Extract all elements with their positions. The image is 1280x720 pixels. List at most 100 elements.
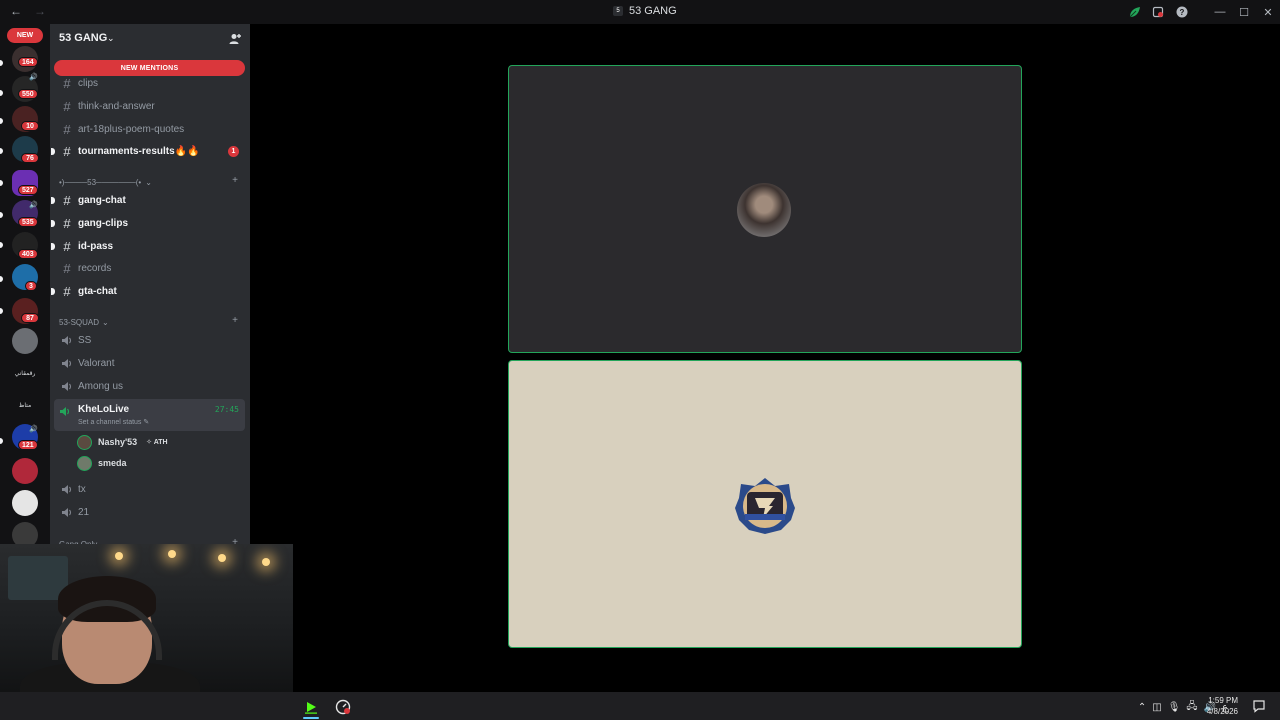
device-icon[interactable]: ◫: [1152, 702, 1161, 713]
inbox-icon[interactable]: [1146, 0, 1170, 24]
clan-tag: ✧ ATH: [146, 439, 168, 446]
speaker-icon: [59, 404, 71, 422]
unread-indicator: [0, 242, 3, 248]
unread-indicator: [0, 276, 3, 282]
notification-icon[interactable]: [1252, 699, 1266, 718]
hash-icon: #: [63, 216, 71, 231]
string-light: [168, 550, 176, 558]
server-badge-9: 87: [21, 313, 39, 323]
channel-gang-clips[interactable]: # gang-clips: [51, 213, 245, 234]
unread-indicator: [0, 180, 3, 186]
channel-label: Valorant: [78, 358, 115, 369]
title-bar: ← → 5 53 GANG ? — ☐ ✕: [0, 0, 1280, 24]
voice-channel-21[interactable]: 21: [54, 502, 245, 523]
server-rail: NEW 164 🔊 550 10 76 527 🔊 535 403 3 87 ر…: [0, 24, 50, 554]
voice-channel-khelolive[interactable]: KheLoLive 27:45 Set a channel status ✎: [54, 399, 245, 431]
voice-user-name: smeda: [98, 458, 127, 468]
clock[interactable]: 1:59 PM 4/8/2026: [1198, 695, 1238, 717]
string-light: [115, 552, 123, 560]
hash-icon: #: [63, 99, 71, 114]
voice-user-nashy[interactable]: Nashy'53 ✧ ATH: [77, 432, 168, 452]
new-unreads-pill[interactable]: NEW: [7, 28, 43, 43]
voice-channel-ss[interactable]: SS: [54, 330, 245, 351]
avatar: [735, 478, 795, 534]
voice-user-name: Nashy'53: [98, 437, 138, 447]
nitro-leaf-icon[interactable]: [1122, 0, 1146, 24]
server-icon-10[interactable]: [12, 328, 38, 354]
title-bar-actions: ? — ☐ ✕: [1122, 0, 1280, 24]
hash-icon: #: [63, 122, 71, 137]
channel-label: id-pass: [78, 241, 114, 252]
channel-tournaments-results[interactable]: # tournaments-results🔥🔥 1: [51, 141, 245, 162]
channel-label: gang-chat: [78, 195, 126, 206]
hash-icon: #: [63, 144, 71, 159]
back-arrow-icon[interactable]: ←: [10, 4, 22, 18]
speaker-icon: 🔊: [29, 202, 38, 209]
server-badge-7: 403: [18, 249, 38, 259]
help-icon[interactable]: ?: [1170, 0, 1194, 24]
unread-indicator: [51, 148, 55, 155]
channel-status[interactable]: Set a channel status ✎: [78, 418, 149, 426]
taskbar-app-streaming[interactable]: [296, 695, 326, 719]
channel-label: KheLoLive: [78, 404, 130, 415]
channel-sidebar: 53 GANG ⌄ NEW MENTIONS # clips # think-a…: [50, 24, 250, 554]
channel-clips[interactable]: # clips: [54, 73, 245, 94]
participant-tile-2[interactable]: [508, 360, 1022, 648]
channel-id-pass[interactable]: # id-pass: [51, 236, 245, 257]
voice-user-smeda[interactable]: smeda: [77, 453, 127, 473]
channel-gta-chat[interactable]: # gta-chat: [51, 281, 245, 302]
unread-indicator: [0, 90, 3, 96]
participant-tile-1[interactable]: [508, 65, 1022, 353]
server-icon-text: رقمقاني: [14, 370, 36, 377]
channel-gang-chat[interactable]: # gang-chat: [51, 190, 245, 211]
channel-label: tx: [78, 484, 86, 495]
server-icon-14[interactable]: [12, 458, 38, 484]
voice-channel-among-us[interactable]: Among us: [54, 376, 245, 397]
mention-badge: 1: [228, 146, 239, 157]
hash-icon: #: [63, 76, 71, 91]
voice-channel-valorant[interactable]: Valorant: [54, 353, 245, 374]
create-channel-icon[interactable]: +: [232, 175, 238, 186]
server-icon-11[interactable]: رقمقاني: [12, 360, 38, 386]
server-header[interactable]: 53 GANG ⌄: [50, 24, 250, 54]
channel-label: think-and-answer: [78, 101, 155, 112]
unread-indicator: [51, 243, 55, 250]
server-icon-15[interactable]: [12, 490, 38, 516]
speaker-icon: 🔊: [29, 426, 38, 433]
taskbar-app-monitor[interactable]: [328, 695, 358, 719]
chevron-down-icon: ⌄: [145, 177, 152, 187]
channel-label: gta-chat: [78, 286, 117, 297]
forward-arrow-icon[interactable]: →: [34, 4, 46, 18]
invite-people-icon[interactable]: [228, 32, 242, 46]
unread-indicator: [0, 438, 3, 444]
category-label: •)────53───────(•: [59, 177, 142, 187]
server-icon-12[interactable]: متاظ: [12, 392, 38, 418]
hash-icon: #: [63, 284, 71, 299]
nav-arrows: ← →: [10, 4, 46, 18]
avatar: [77, 455, 92, 471]
close-button[interactable]: ✕: [1256, 0, 1280, 24]
network-icon[interactable]: 🖧: [1186, 699, 1197, 716]
channel-label: art-18plus-poem-quotes: [78, 124, 185, 135]
category-53-squad[interactable]: 53-SQUAD ⌄ +: [59, 315, 244, 329]
channel-label: clips: [78, 78, 99, 89]
clock-date: 4/8/2026: [1206, 707, 1238, 716]
category-53[interactable]: •)────53───────(• ⌄ +: [59, 175, 244, 189]
server-badge-13: 121: [18, 440, 38, 450]
microphone-icon[interactable]: 🎙: [1168, 702, 1181, 713]
create-channel-icon[interactable]: +: [232, 315, 238, 326]
channel-label: Among us: [78, 381, 124, 392]
avatar: [77, 434, 92, 450]
channel-records[interactable]: # records: [54, 258, 245, 279]
unread-indicator: [0, 308, 3, 314]
channel-think-and-answer[interactable]: # think-and-answer: [54, 96, 245, 117]
unread-indicator: [0, 60, 3, 66]
voice-channel-tx[interactable]: tx: [54, 479, 245, 500]
chevron-up-icon[interactable]: ⌃: [1138, 702, 1146, 713]
channel-art-18plus-poem-quotes[interactable]: # art-18plus-poem-quotes: [54, 119, 245, 140]
server-icon: 5: [613, 6, 623, 16]
maximize-button[interactable]: ☐: [1232, 0, 1256, 24]
minimize-button[interactable]: —: [1208, 0, 1232, 24]
voice-timer: 27:45: [214, 405, 239, 414]
server-badge-3: 10: [21, 121, 39, 131]
